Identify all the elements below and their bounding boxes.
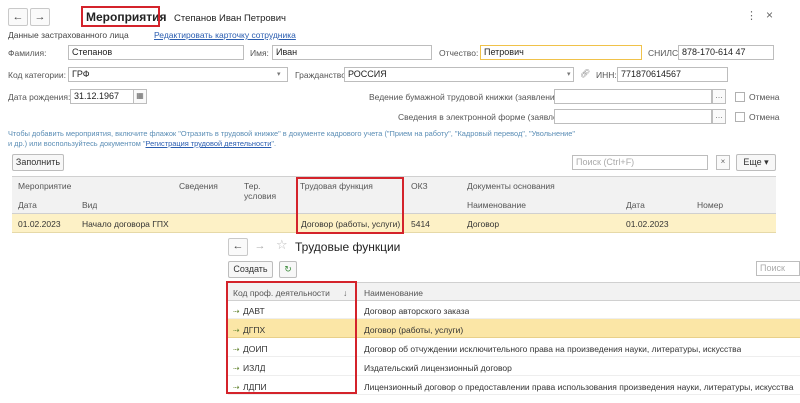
create-button[interactable]: Создать <box>228 261 273 278</box>
more-button[interactable]: Еще ▾ <box>736 154 776 171</box>
star-icon[interactable]: ☆ <box>276 237 288 253</box>
search-input[interactable]: Поиск (Ctrl+F) <box>572 155 708 170</box>
list-item-code: ⇢ ИЗЛД <box>233 363 266 373</box>
inn-label: ИНН: <box>596 70 617 80</box>
col-info: Сведения <box>179 181 218 191</box>
paper-cancel-checkbox[interactable] <box>735 92 745 102</box>
col-doc-name: Наименование <box>467 200 526 210</box>
last-name-field[interactable]: Степанов <box>68 45 244 60</box>
electronic-label: Сведения в электронной форме (заявление)… <box>398 112 578 122</box>
col-doc-number: Номер <box>697 200 724 210</box>
menu-icon[interactable]: ⋮ <box>746 9 757 22</box>
list-item-code: ⇢ ДАВТ <box>233 306 265 316</box>
clear-search-button[interactable]: × <box>716 155 730 170</box>
birth-date-field[interactable]: 31.12.1967 <box>70 89 134 104</box>
col-prof-name: Наименование <box>364 288 423 298</box>
first-name-label: Имя: <box>250 48 269 58</box>
close-icon[interactable]: × <box>766 8 773 22</box>
row-doc-date: 01.02.2023 <box>626 219 669 229</box>
category-field[interactable]: ГРФ <box>68 67 288 82</box>
page-title: Мероприятия <box>86 10 167 24</box>
paper-cancel-label: Отмена <box>749 92 780 102</box>
citizenship-field[interactable]: РОССИЯ <box>344 67 574 82</box>
employee-name: Степанов Иван Петрович <box>174 13 286 24</box>
col-documents: Документы основания <box>467 181 555 191</box>
row-kind: Начало договора ГПХ <box>82 219 169 229</box>
list-item-name: Договор (работы, услуги) <box>364 325 464 335</box>
list-item-code: ⇢ ДОИП <box>233 344 268 354</box>
item-icon: ⇢ <box>233 307 240 316</box>
list-item-code: ⇢ ДГПХ <box>233 325 266 335</box>
category-label: Код категории: <box>8 70 67 80</box>
item-icon: ⇢ <box>233 364 240 373</box>
table-row[interactable] <box>228 301 800 319</box>
list-item-name: Договор об отчуждении исключительного пр… <box>364 344 742 354</box>
refresh-icon[interactable]: ↻ <box>279 261 297 278</box>
electronic-field[interactable] <box>554 109 712 124</box>
hint-line-2: и др.) или воспользуйтесь документом "Ре… <box>8 139 276 148</box>
electronic-select-button[interactable]: … <box>712 109 726 124</box>
hint-line-1: Чтобы добавить мероприятия, включите фла… <box>8 129 576 138</box>
inn-field[interactable]: 771870614567 <box>617 67 728 82</box>
popup-forward-button[interactable]: → <box>250 238 270 256</box>
col-function: Трудовая функция <box>300 181 373 191</box>
popup-title: Трудовые функции <box>295 240 401 254</box>
snils-field[interactable]: 878-170-614 47 <box>678 45 774 60</box>
row-date: 01.02.2023 <box>18 219 61 229</box>
table-header <box>12 176 776 214</box>
edit-employee-link[interactable]: Редактировать карточку сотрудника <box>154 30 296 40</box>
patronymic-field[interactable]: Петрович <box>480 45 642 60</box>
insured-data-label: Данные застрахованного лица <box>8 30 129 40</box>
list-item-name: Договор авторского заказа <box>364 306 470 316</box>
chevron-down-icon[interactable]: ▾ <box>567 70 571 78</box>
col-date: Дата <box>18 200 37 210</box>
last-name-label: Фамилия: <box>8 48 47 58</box>
col-event: Мероприятие <box>18 181 72 191</box>
back-button[interactable]: ← <box>8 8 28 26</box>
list-item-name: Издательский лицензионный договор <box>364 363 512 373</box>
paper-book-select-button[interactable]: … <box>712 89 726 104</box>
paper-book-field[interactable] <box>554 89 712 104</box>
snils-label: СНИЛС: <box>648 48 681 58</box>
col-kind: Вид <box>82 200 98 210</box>
paper-book-label: Ведение бумажной трудовой книжки (заявле… <box>369 92 565 102</box>
popup-back-icon: ← <box>232 240 244 252</box>
col-okz: ОКЗ <box>411 181 428 191</box>
electronic-cancel-checkbox[interactable] <box>735 112 745 122</box>
patronymic-label: Отчество: <box>439 48 479 58</box>
col-territory: Тер. условия <box>244 181 277 201</box>
table-row-selected[interactable] <box>228 319 800 338</box>
col-doc-date: Дата <box>626 200 645 210</box>
electronic-cancel-label: Отмена <box>749 112 780 122</box>
row-doc-name: Договор <box>467 219 500 229</box>
forward-button[interactable]: → <box>30 8 50 26</box>
row-okz: 5414 <box>411 219 430 229</box>
row-function: Договор (работы, услуги) <box>301 219 401 229</box>
citizenship-label: Гражданство: <box>295 70 349 80</box>
list-item-code: ⇢ ЛДПИ <box>233 382 267 392</box>
birth-label: Дата рождения: <box>8 92 71 102</box>
chevron-down-icon[interactable]: ▾ <box>277 70 281 78</box>
list-item-name: Лицензионный договор о предоставлении пр… <box>364 382 794 392</box>
first-name-field[interactable]: Иван <box>272 45 432 60</box>
hint-text: и др.) или воспользуйтесь документом " <box>8 139 146 148</box>
item-icon: ⇢ <box>233 345 240 354</box>
calendar-icon[interactable]: ▦ <box>133 89 147 104</box>
popup-search-input[interactable]: Поиск <box>756 261 800 276</box>
hint-text-end: ". <box>271 139 277 148</box>
col-prof-code: Код проф. деятельности <box>233 288 330 298</box>
fill-button[interactable]: Заполнить <box>12 154 64 171</box>
registration-document-link[interactable]: Регистрация трудовой деятельности <box>146 139 272 148</box>
item-icon: ⇢ <box>233 326 240 335</box>
item-icon: ⇢ <box>233 383 240 392</box>
table-row[interactable] <box>228 357 800 376</box>
link-icon[interactable]: 🔗︎ <box>580 69 590 78</box>
sort-icon[interactable]: ↓ <box>343 288 347 298</box>
